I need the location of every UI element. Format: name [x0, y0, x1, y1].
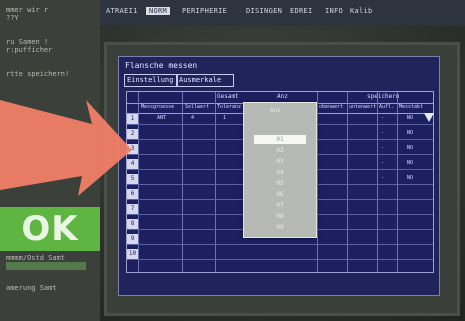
screen-photo: mmer wir r ??Y ru Samen ! r:pufficher rt…	[0, 0, 465, 321]
annotation-arrow-icon	[0, 100, 132, 196]
